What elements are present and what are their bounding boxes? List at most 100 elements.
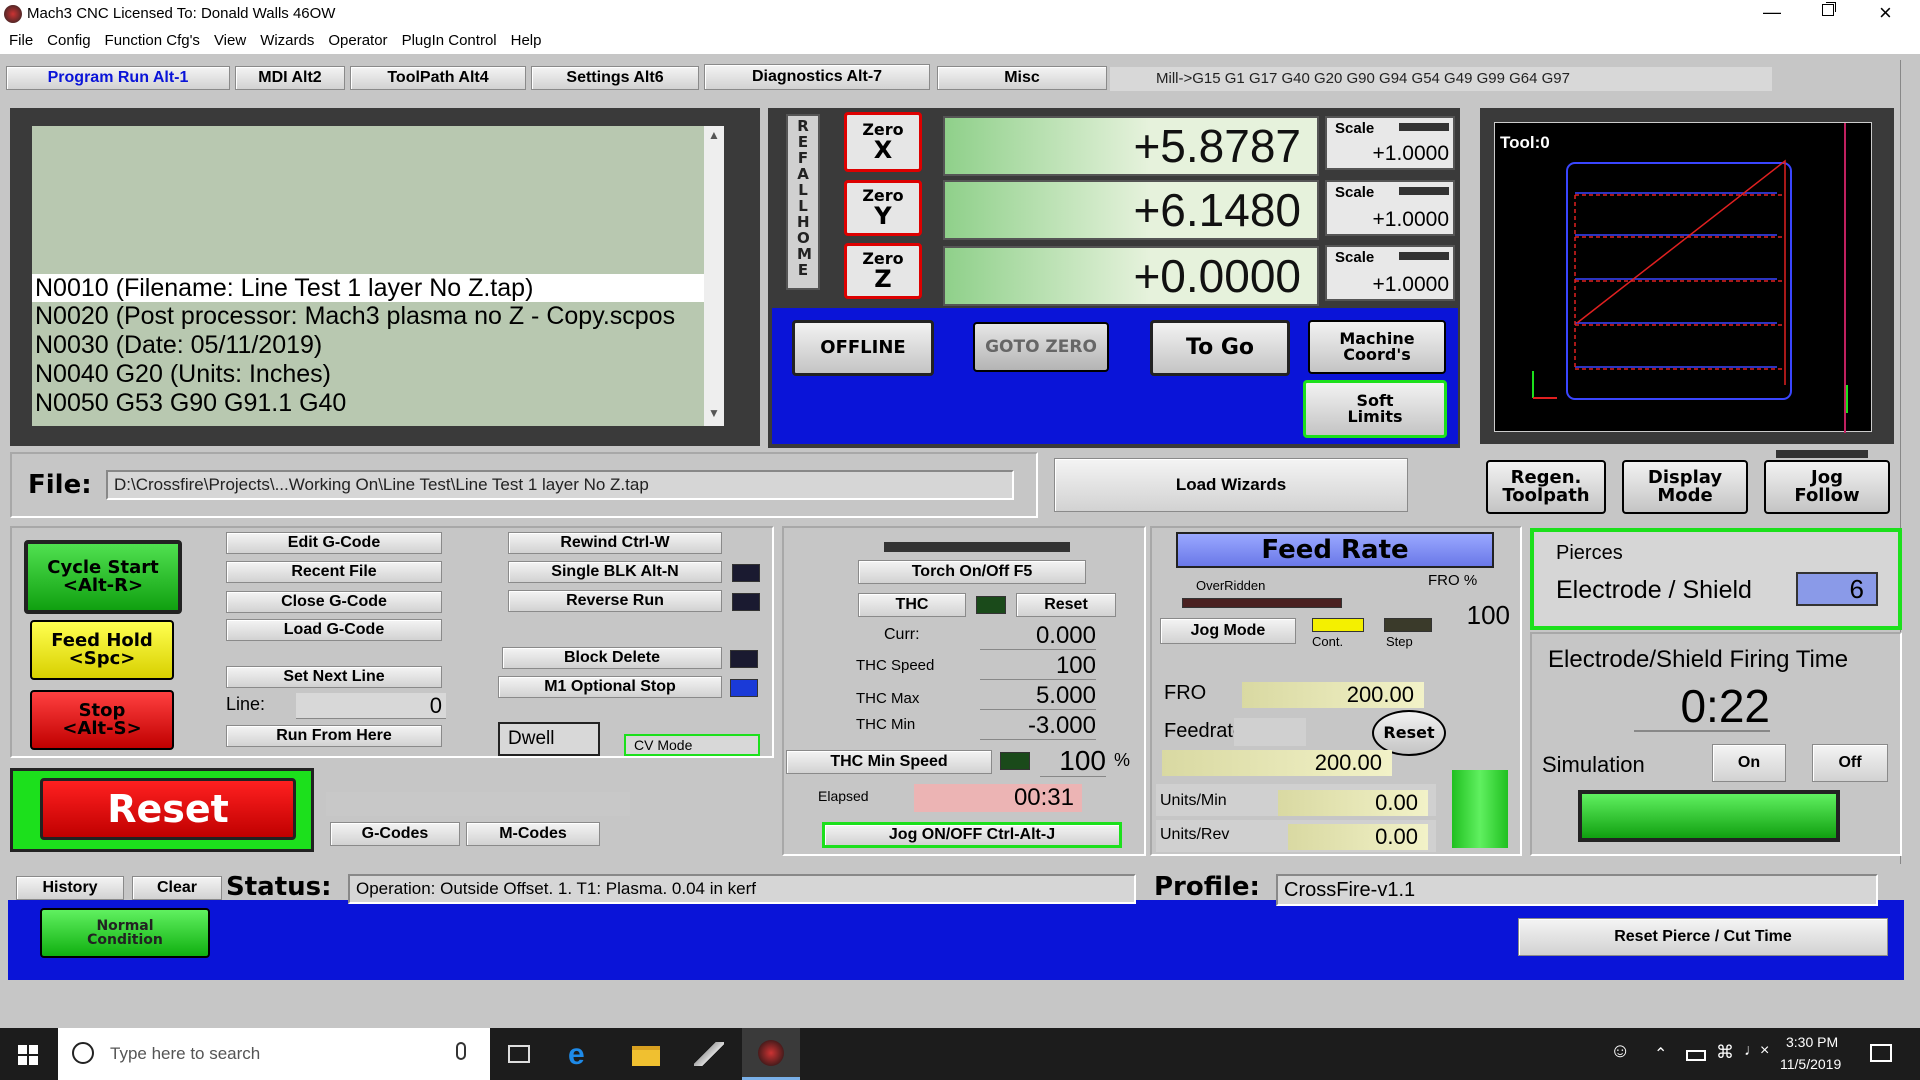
battery-icon[interactable]	[1686, 1050, 1706, 1061]
rewind-button[interactable]: Rewind Ctrl-W	[508, 532, 722, 554]
line-field[interactable]: 0	[296, 693, 446, 719]
display-mode-button[interactable]: Display Mode	[1622, 460, 1748, 514]
simulation-off-button[interactable]: Off	[1812, 744, 1888, 782]
menu-config[interactable]: Config	[47, 28, 90, 54]
goto-zero-button[interactable]: GOTO ZERO	[973, 322, 1109, 372]
tab-program-run[interactable]: Program Run Alt-1	[6, 66, 230, 90]
edge-browser-icon[interactable]: e	[568, 1038, 585, 1072]
scale-x[interactable]: Scale +1.0000	[1325, 116, 1455, 170]
gcode-scrollbar[interactable]: ▲ ▼	[704, 126, 724, 426]
menu-operator[interactable]: Operator	[328, 28, 387, 54]
reverse-run-button[interactable]: Reverse Run	[508, 590, 722, 612]
search-placeholder: Type here to search	[110, 1044, 261, 1063]
people-icon[interactable]: ☺	[1610, 1040, 1630, 1063]
reset-pierce-button[interactable]: Reset Pierce / Cut Time	[1518, 918, 1888, 956]
tab-mdi[interactable]: MDI Alt2	[235, 66, 345, 90]
close-gcode-button[interactable]: Close G-Code	[226, 591, 442, 613]
sheetcam-icon[interactable]	[694, 1042, 724, 1066]
spindle-bar	[1452, 770, 1508, 848]
tab-toolpath[interactable]: ToolPath Alt4	[350, 66, 526, 90]
to-go-button[interactable]: To Go	[1150, 320, 1290, 376]
tray-chevron-icon[interactable]: ⌃	[1654, 1044, 1667, 1064]
task-view-icon[interactable]	[508, 1045, 530, 1063]
single-block-button[interactable]: Single BLK Alt-N	[508, 561, 722, 583]
toolpath-view[interactable]: Tool:0	[1494, 122, 1872, 433]
scale-z[interactable]: Scale +1.0000	[1325, 245, 1455, 301]
mach3-taskbar-icon[interactable]	[742, 1028, 800, 1080]
volume-icon[interactable]: ♩×	[1744, 1042, 1769, 1060]
pierce-count[interactable]: 6	[1796, 572, 1878, 606]
menu-help[interactable]: Help	[511, 28, 542, 54]
close-icon[interactable]: ×	[1879, 0, 1892, 26]
gcode-listing[interactable]: N0010 (Filename: Line Test 1 layer No Z.…	[32, 126, 724, 426]
feedrate-value: 200.00	[1162, 750, 1392, 776]
block-delete-button[interactable]: Block Delete	[502, 647, 722, 669]
percent-label: %	[1114, 750, 1131, 770]
recent-file-button[interactable]: Recent File	[226, 561, 442, 583]
jog-onoff-button[interactable]: Jog ON/OFF Ctrl-Alt-J	[822, 822, 1122, 848]
dro-y[interactable]: +6.1480	[943, 180, 1319, 240]
torch-onoff-button[interactable]: Torch On/Off F5	[858, 560, 1086, 584]
history-button[interactable]: History	[16, 876, 124, 900]
menu-function-cfgs[interactable]: Function Cfg's	[105, 28, 200, 54]
menu-plugin-control[interactable]: PlugIn Control	[402, 28, 497, 54]
tab-misc[interactable]: Misc	[937, 66, 1107, 90]
load-gcode-button[interactable]: Load G-Code	[226, 619, 442, 641]
simulation-on-button[interactable]: On	[1712, 744, 1786, 782]
units-rev-value: 0.00	[1288, 824, 1428, 850]
elapsed-value: 00:31	[914, 784, 1082, 812]
menu-wizards[interactable]: Wizards	[260, 28, 314, 54]
clock-time[interactable]: 3:30 PM	[1786, 1034, 1838, 1050]
regen-toolpath-button[interactable]: Regen. Toolpath	[1486, 460, 1606, 514]
stop-button[interactable]: Stop <Alt-S>	[30, 690, 174, 750]
load-wizards-button[interactable]: Load Wizards	[1054, 458, 1408, 512]
zero-z-button[interactable]: Zero Z	[844, 243, 922, 299]
thc-min-speed-button[interactable]: THC Min Speed	[786, 750, 992, 774]
restore-icon[interactable]	[1822, 4, 1834, 16]
step-led	[1384, 618, 1432, 632]
firing-time-value: 0:22	[1634, 680, 1770, 732]
offline-button[interactable]: OFFLINE	[792, 320, 934, 376]
soft-limits-button[interactable]: Soft Limits	[1303, 380, 1447, 438]
scale-label: Scale	[1335, 120, 1375, 137]
bottom-area	[0, 980, 1920, 1028]
windows-start-icon[interactable]	[18, 1045, 38, 1065]
zero-x-button[interactable]: Zero X	[844, 112, 922, 172]
zero-y-button[interactable]: Zero Y	[844, 180, 922, 236]
thc-reset-button[interactable]: Reset	[1016, 593, 1116, 617]
dro-z[interactable]: +0.0000	[943, 246, 1319, 306]
mcodes-button[interactable]: M-Codes	[466, 822, 600, 846]
cycle-start-button[interactable]: Cycle Start <Alt-R>	[24, 540, 182, 614]
clear-button[interactable]: Clear	[132, 876, 222, 900]
menu-file[interactable]: File	[9, 28, 33, 54]
scale-value: +1.0000	[1372, 273, 1450, 296]
thc-button[interactable]: THC	[858, 593, 966, 617]
minimize-icon[interactable]: —	[1763, 2, 1781, 23]
clock-date[interactable]: 11/5/2019	[1780, 1056, 1841, 1072]
menu-view[interactable]: View	[214, 28, 246, 54]
tab-settings[interactable]: Settings Alt6	[531, 66, 699, 90]
microphone-icon[interactable]	[456, 1042, 466, 1060]
m1-optional-stop-button[interactable]: M1 Optional Stop	[498, 676, 722, 698]
file-explorer-icon[interactable]	[632, 1046, 660, 1066]
notification-icon[interactable]	[1870, 1044, 1892, 1062]
machine-coords-button[interactable]: Machine Coord's	[1308, 320, 1446, 374]
jog-follow-button[interactable]: Jog Follow	[1764, 460, 1890, 514]
reset-button[interactable]: Reset	[40, 778, 296, 840]
file-path-field[interactable]: D:\Crossfire\Projects\...Working On\Line…	[106, 470, 1014, 500]
jog-mode-button[interactable]: Jog Mode	[1160, 618, 1296, 644]
dro-x[interactable]: +5.8787	[943, 116, 1319, 176]
set-next-line-button[interactable]: Set Next Line	[226, 666, 442, 688]
tab-diagnostics[interactable]: Diagnostics Alt-7	[704, 64, 930, 90]
gcodes-button[interactable]: G-Codes	[330, 822, 460, 846]
edit-gcode-button[interactable]: Edit G-Code	[226, 532, 442, 554]
ref-all-home-button[interactable]: REF ALL HOME	[786, 114, 820, 290]
scale-y[interactable]: Scale +1.0000	[1325, 180, 1455, 236]
file-label: File:	[28, 470, 92, 500]
wifi-icon[interactable]: ⌘	[1716, 1042, 1734, 1063]
taskbar-search-box[interactable]: Type here to search	[58, 1028, 490, 1080]
fro-value[interactable]: 200.00	[1242, 682, 1424, 708]
thc-speed-label: THC Speed	[856, 657, 935, 674]
feed-hold-button[interactable]: Feed Hold <Spc>	[30, 620, 174, 680]
run-from-here-button[interactable]: Run From Here	[226, 725, 442, 747]
